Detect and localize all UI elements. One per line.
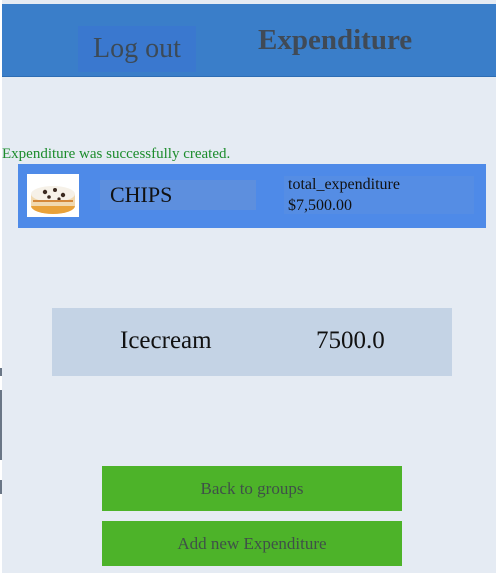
page: Log out Expenditure Expenditure was succ…	[2, 0, 496, 573]
expense-amount: 7500.0	[316, 327, 385, 354]
group-card: CHIPS total_expenditure $7,500.00	[18, 164, 486, 228]
logout-button[interactable]: Log out	[78, 26, 196, 72]
total-expenditure-label: total_expenditure	[288, 176, 400, 193]
total-expenditure-value: $7,500.00	[288, 197, 352, 214]
expense-name: Icecream	[120, 327, 212, 354]
cake-image	[27, 174, 79, 217]
back-to-groups-button[interactable]: Back to groups	[102, 466, 402, 511]
expense-row: Icecream 7500.0	[52, 308, 452, 376]
add-expenditure-button[interactable]: Add new Expenditure	[102, 521, 402, 566]
cake-icon	[27, 174, 79, 217]
success-notice: Expenditure was successfully created.	[2, 146, 231, 162]
page-title: Expenditure	[258, 24, 413, 56]
header-bar: Log out Expenditure	[2, 4, 496, 77]
group-name: CHIPS	[110, 182, 173, 207]
